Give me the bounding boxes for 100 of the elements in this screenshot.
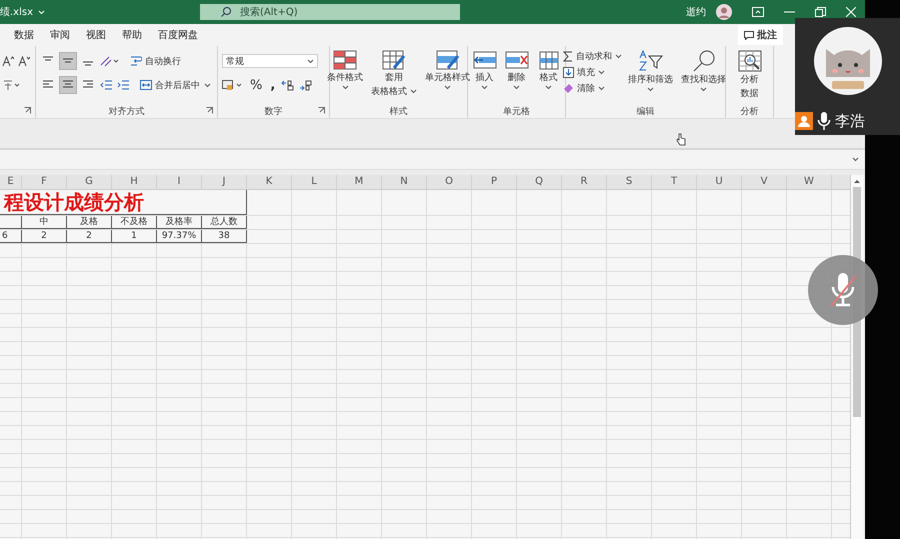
column-header[interactable]: J bbox=[202, 175, 247, 189]
cell-style-icon bbox=[436, 50, 460, 70]
sheet-title: 程设计成绩分析 bbox=[0, 190, 247, 215]
ribbon-tab[interactable]: 视图 bbox=[86, 28, 106, 42]
column-header[interactable]: P bbox=[472, 175, 517, 189]
column-header[interactable]: G bbox=[67, 175, 112, 189]
column-header[interactable]: N bbox=[382, 175, 427, 189]
person-icon bbox=[795, 112, 813, 130]
column-header[interactable]: H bbox=[112, 175, 157, 189]
ribbon-tab[interactable]: 百度网盘 bbox=[158, 28, 198, 42]
comment-button[interactable]: 批注 bbox=[738, 25, 783, 45]
table-cell: 2 bbox=[22, 230, 67, 243]
ribbon-display-icon[interactable] bbox=[752, 7, 764, 17]
table-cell: 及格率 bbox=[157, 216, 202, 229]
caret-icon bbox=[410, 89, 417, 94]
vertical-align-button[interactable] bbox=[60, 53, 76, 69]
percent-button[interactable]: % bbox=[248, 78, 264, 92]
find-select-button[interactable]: 查找和选择 bbox=[679, 50, 728, 92]
comma-button[interactable]: , bbox=[268, 78, 278, 92]
analyze-data-icon bbox=[738, 50, 762, 72]
group-label: 样式 bbox=[390, 106, 408, 118]
search-icon bbox=[692, 50, 716, 72]
text-orientation-icon[interactable] bbox=[100, 55, 120, 67]
column-header[interactable]: L bbox=[292, 175, 337, 189]
delete-cells-icon bbox=[504, 50, 528, 70]
scroll-up-icon[interactable] bbox=[853, 178, 861, 184]
autosum-button[interactable]: 自动求和 bbox=[563, 50, 622, 63]
expand-icon[interactable] bbox=[852, 157, 859, 162]
column-header[interactable]: F bbox=[22, 175, 67, 189]
column-header[interactable]: U bbox=[697, 175, 742, 189]
caret-icon bbox=[513, 85, 520, 90]
dialog-launcher-icon[interactable] bbox=[206, 107, 213, 114]
delete-button[interactable]: 删除 bbox=[502, 50, 530, 90]
caret-icon bbox=[647, 87, 654, 92]
column-header[interactable]: V bbox=[742, 175, 787, 189]
column-header[interactable]: O bbox=[427, 175, 472, 189]
decrease-indent-icon[interactable] bbox=[100, 80, 113, 90]
caret-icon bbox=[700, 87, 707, 92]
column-header[interactable]: I bbox=[157, 175, 202, 189]
caret-icon bbox=[342, 85, 348, 90]
column-header[interactable]: K bbox=[247, 175, 292, 189]
search-icon bbox=[220, 6, 232, 18]
column-header[interactable]: E bbox=[0, 175, 22, 189]
table-cell: 及格 bbox=[67, 216, 112, 229]
horizontal-align-button[interactable] bbox=[60, 77, 76, 93]
avatar-icon[interactable] bbox=[716, 4, 732, 20]
group-label: 数字 bbox=[264, 106, 282, 118]
insert-button[interactable]: 插入 bbox=[470, 50, 498, 90]
caret-icon bbox=[598, 86, 605, 91]
avatar-drawing bbox=[814, 27, 882, 95]
dialog-launcher-icon[interactable] bbox=[318, 107, 325, 114]
conditional-format-icon bbox=[333, 50, 357, 70]
participant-name: 李浩 bbox=[835, 112, 865, 130]
group-label: 对齐方式 bbox=[108, 106, 144, 118]
table-cell: 总人数 bbox=[202, 216, 247, 229]
group-label: 单元格 bbox=[503, 106, 530, 118]
caret-icon bbox=[545, 85, 552, 90]
caret-icon bbox=[481, 85, 488, 90]
hand-cursor-icon bbox=[676, 133, 686, 146]
analyze-data-button[interactable]: 分析 数据 bbox=[736, 50, 764, 100]
conditional-formatting-button[interactable]: 条件格式 bbox=[325, 50, 365, 90]
caret-icon[interactable] bbox=[204, 82, 211, 88]
file-name[interactable]: 绩.xlsx bbox=[0, 5, 34, 19]
ribbon-tab[interactable]: 审阅 bbox=[50, 28, 70, 42]
caret-icon bbox=[598, 70, 605, 75]
ribbon-tab[interactable]: 帮助 bbox=[122, 28, 142, 42]
format-button[interactable]: 格式 bbox=[534, 50, 562, 90]
clear-button[interactable]: 清除 bbox=[563, 82, 622, 95]
restore-icon[interactable] bbox=[815, 7, 826, 17]
phonetic-icon[interactable] bbox=[2, 79, 20, 91]
search-field[interactable]: 搜索(Alt+Q) bbox=[200, 4, 460, 20]
column-header[interactable]: M bbox=[337, 175, 382, 189]
wrap-text-button[interactable]: 自动换行 bbox=[130, 54, 181, 68]
shrink-font-icon[interactable] bbox=[18, 56, 30, 66]
column-header[interactable]: S bbox=[607, 175, 652, 189]
comment-icon bbox=[744, 30, 754, 40]
close-icon[interactable] bbox=[846, 7, 856, 17]
column-header[interactable]: W bbox=[787, 175, 832, 189]
increase-indent-icon[interactable] bbox=[117, 80, 130, 90]
accounting-format-icon[interactable] bbox=[222, 79, 244, 91]
sort-filter-icon bbox=[638, 50, 664, 72]
decrease-decimal-icon[interactable] bbox=[299, 80, 314, 90]
column-header[interactable]: R bbox=[562, 175, 607, 189]
merge-center-button[interactable]: 合并后居中 bbox=[140, 78, 200, 92]
cell-styles-button[interactable]: 单元格样式 bbox=[423, 50, 472, 90]
table-cell: 1 bbox=[112, 230, 157, 243]
sort-filter-button[interactable]: 排序和筛选 bbox=[626, 50, 675, 92]
table-cell: 38 bbox=[202, 230, 247, 243]
sum-icon bbox=[563, 51, 573, 62]
ribbon-tab[interactable]: 数据 bbox=[14, 28, 34, 42]
grow-font-icon[interactable] bbox=[2, 56, 14, 66]
fill-button[interactable]: 填充 bbox=[563, 66, 622, 79]
format-as-table-button[interactable]: 套用 表格格式 bbox=[369, 50, 419, 98]
dialog-launcher-icon[interactable] bbox=[24, 107, 31, 114]
number-format-dropdown[interactable]: 常规 bbox=[222, 54, 318, 68]
column-header[interactable]: T bbox=[652, 175, 697, 189]
user-name: 逝约 bbox=[686, 6, 706, 19]
eraser-icon bbox=[563, 83, 574, 94]
increase-decimal-icon[interactable] bbox=[281, 80, 296, 90]
column-header[interactable]: Q bbox=[517, 175, 562, 189]
